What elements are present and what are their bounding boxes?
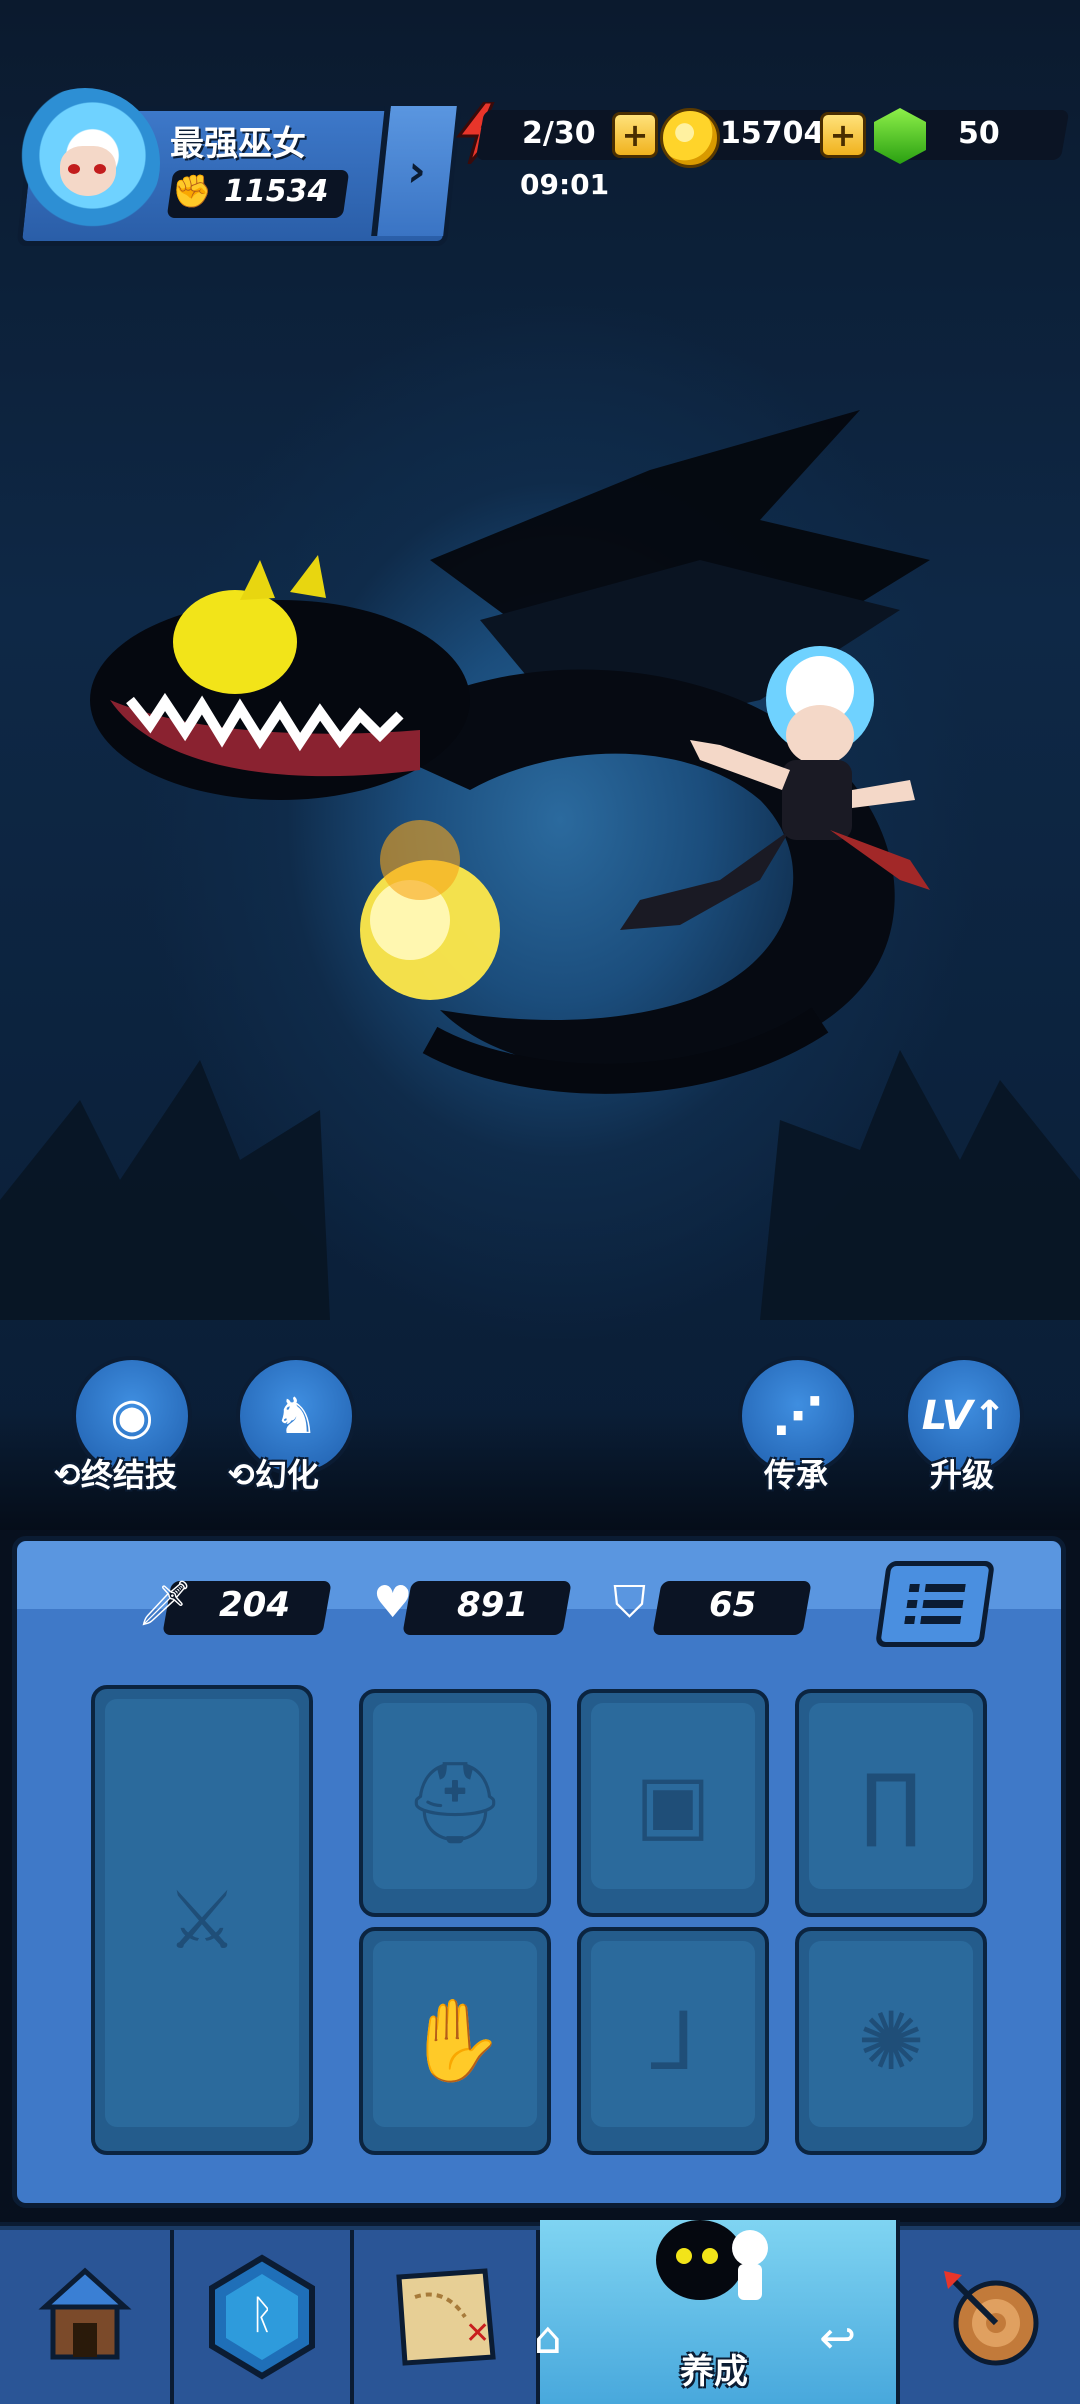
transform-label-text: 幻化: [254, 1456, 319, 1494]
accessory-slot[interactable]: ✺: [795, 1927, 987, 2155]
add-energy-button[interactable]: +: [612, 112, 658, 158]
sword-slot-icon: ⚔: [166, 1873, 238, 1967]
list-icon: [904, 1584, 966, 1624]
home-icon: ⌂: [534, 2313, 562, 2364]
coins-value: 15704: [720, 116, 825, 151]
pants-icon: ∏: [860, 1756, 922, 1850]
rune-crystal-icon: ᚱ: [209, 2254, 315, 2380]
sword-icon: 🗡: [137, 1578, 193, 1629]
weapon-slot[interactable]: ⚔: [91, 1685, 313, 2155]
inherit-label: 传承: [764, 1456, 829, 1494]
chevron-right-icon[interactable]: ›: [371, 106, 457, 236]
base-house-icon: [38, 2267, 132, 2360]
svg-text:ᚱ: ᚱ: [250, 2292, 274, 2338]
defense-value: 65: [709, 1585, 757, 1625]
amulet-icon: ✺: [857, 1994, 925, 2088]
coin-icon: [660, 108, 720, 168]
ultimate-skill-label: ⟲终结技: [54, 1456, 177, 1494]
ultimate-label-text: 终结技: [80, 1456, 177, 1494]
pants-slot[interactable]: ∏: [795, 1689, 987, 1917]
level-up-icon-text: LV: [921, 1393, 973, 1439]
player-name: 最强巫女: [170, 124, 306, 164]
heart-icon: ♥: [373, 1577, 413, 1628]
nav-tab-base[interactable]: [0, 2230, 174, 2404]
bottom-navigation: ᚱ ✕ ⌂ ↩: [0, 2220, 1080, 2404]
treasure-map-icon: ✕: [396, 2268, 496, 2366]
transform-label: ⟲幻化: [228, 1456, 319, 1494]
develop-character-icon: [656, 2220, 768, 2300]
equipment-panel: 🗡 204 ♥ 891 ⛉ 65 ⚔ ⛑ ▣ ∏ ✋ ⅃ ✺: [12, 1536, 1066, 2208]
helmet-slot[interactable]: ⛑: [359, 1689, 551, 1917]
list-view-button[interactable]: [874, 1561, 996, 1647]
back-icon: ↩: [819, 2313, 856, 2364]
health-value: 891: [457, 1585, 528, 1625]
target-arrow-icon: [944, 2271, 1039, 2366]
energy-value: 2/30: [522, 116, 596, 151]
upgrade-label: 升级: [930, 1456, 995, 1494]
nav-tab-rune[interactable]: ᚱ: [174, 2230, 354, 2404]
armor-slot[interactable]: ▣: [577, 1689, 769, 1917]
nav-active-label: 养成: [680, 2352, 748, 2392]
shield-icon: ⛉: [613, 1577, 646, 1628]
boots-icon: ⅃: [650, 1994, 696, 2088]
svg-text:✕: ✕: [465, 2316, 490, 2351]
avatar-face: [60, 146, 116, 196]
nav-tab-map[interactable]: ✕: [354, 2230, 540, 2404]
avatar-eye-left: [68, 164, 80, 174]
gloves-slot[interactable]: ✋: [359, 1927, 551, 2155]
gems-value: 50: [958, 116, 1000, 151]
boots-slot[interactable]: ⅃: [577, 1927, 769, 2155]
add-coins-button[interactable]: +: [820, 112, 866, 158]
nav-tab-challenge[interactable]: [900, 2230, 1080, 2404]
player-profile[interactable]: › 最强巫女 ✊ 11534: [10, 88, 462, 246]
avatar-eye-right: [94, 164, 106, 174]
combat-power-value: 11534: [224, 174, 329, 209]
fist-icon: ✊: [172, 172, 212, 210]
player-avatar[interactable]: [10, 88, 160, 238]
attack-value: 204: [219, 1585, 290, 1625]
glove-icon: ✋: [405, 1994, 505, 2087]
energy-timer: 09:01: [520, 168, 610, 201]
armor-icon: ▣: [635, 1756, 711, 1850]
helmet-icon: ⛑: [404, 1756, 506, 1849]
